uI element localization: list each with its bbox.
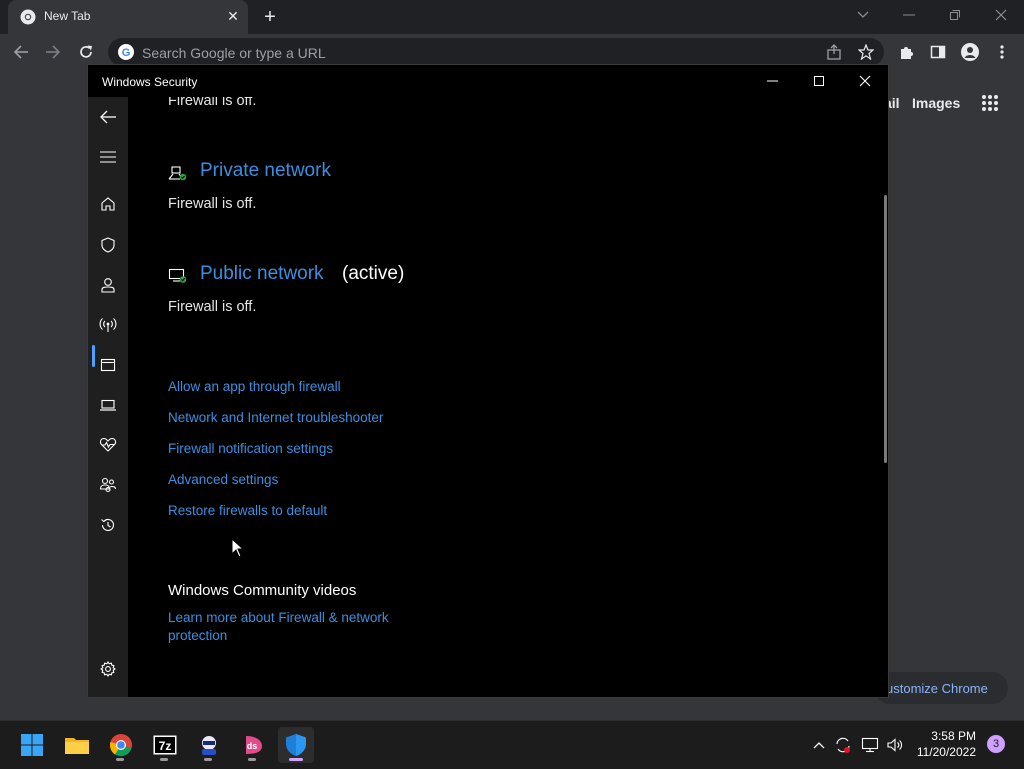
allow-app-link[interactable]: Allow an app through firewall — [168, 379, 341, 394]
browser-tab[interactable]: New Tab ✕ — [8, 0, 248, 34]
browser-close-icon[interactable] — [978, 0, 1024, 30]
sync-icon[interactable] — [834, 736, 852, 754]
share-icon[interactable] — [826, 44, 842, 60]
mouse-cursor-icon — [231, 537, 245, 563]
private-network-status: Firewall is off. — [168, 196, 257, 212]
back-icon[interactable] — [98, 107, 118, 127]
notification-settings-link[interactable]: Firewall notification settings — [168, 441, 333, 456]
active-network-tag: (active) — [342, 263, 405, 284]
firewall-content: Firewall is off. Private network Firewal… — [128, 97, 888, 697]
public-network-link[interactable]: Public network — [200, 263, 324, 285]
new-tab-button[interactable]: + — [260, 7, 280, 27]
7zip-icon[interactable]: 7z — [147, 727, 183, 763]
window-titlebar[interactable]: Windows Security — [88, 65, 888, 97]
tab-close-icon[interactable]: ✕ — [224, 7, 242, 25]
chrome-icon[interactable] — [103, 727, 139, 763]
windows-security-window: Windows Security Firewall is off. Privat… — [88, 65, 888, 697]
active-indicator — [92, 345, 95, 367]
images-link[interactable]: Images — [912, 95, 960, 111]
history-icon[interactable] — [98, 515, 118, 535]
app-browser-icon[interactable] — [98, 355, 118, 375]
more-menu-icon[interactable] — [991, 41, 1013, 63]
browser-minimize-icon[interactable] — [886, 0, 932, 30]
tab-search-icon[interactable] — [840, 0, 886, 30]
app-icon[interactable] — [191, 727, 227, 763]
scrollbar[interactable] — [884, 195, 887, 463]
learn-more-link-cont[interactable]: protection — [168, 628, 227, 643]
learn-more-link[interactable]: Learn more about Firewall & network — [168, 610, 389, 625]
home-icon[interactable] — [98, 194, 118, 214]
restore-defaults-link[interactable]: Restore firewalls to default — [168, 503, 327, 518]
minimize-icon[interactable] — [750, 65, 796, 97]
window-title: Windows Security — [102, 75, 198, 89]
svg-text:ds: ds — [247, 741, 258, 751]
firewall-network-icon[interactable] — [98, 315, 118, 335]
omnibox-placeholder: Search Google or type a URL — [142, 45, 326, 61]
show-hidden-icons-icon[interactable] — [810, 736, 828, 754]
private-network-icon — [168, 164, 188, 182]
device-health-icon[interactable] — [98, 435, 118, 455]
public-network-icon — [168, 267, 188, 285]
browser-restore-icon[interactable] — [932, 0, 978, 30]
settings-icon[interactable] — [98, 659, 118, 679]
omnibox[interactable]: G Search Google or type a URL — [108, 38, 884, 66]
reload-icon[interactable] — [75, 41, 97, 63]
navigation-sidebar — [88, 97, 128, 697]
tab-title: New Tab — [44, 9, 91, 23]
domain-network-status: Firewall is off. — [168, 97, 257, 109]
svg-text:G: G — [122, 47, 131, 59]
menu-icon[interactable] — [98, 147, 118, 167]
notification-badge[interactable]: 3 — [987, 735, 1005, 753]
profile-icon[interactable] — [959, 41, 981, 63]
start-icon[interactable] — [14, 727, 50, 763]
bookmark-star-icon[interactable] — [858, 44, 874, 60]
chrome-icon — [20, 9, 36, 25]
forward-icon[interactable] — [42, 41, 64, 63]
windows-security-icon[interactable] — [278, 727, 314, 763]
community-videos-heading: Windows Community videos — [168, 582, 357, 599]
troubleshooter-link[interactable]: Network and Internet troubleshooter — [168, 410, 383, 425]
device-security-icon[interactable] — [98, 395, 118, 415]
close-icon[interactable] — [842, 65, 888, 97]
advanced-settings-link[interactable]: Advanced settings — [168, 472, 278, 487]
browser-tab-strip: New Tab ✕ + — [0, 0, 1024, 34]
google-icon: G — [118, 44, 134, 60]
customize-chrome-label: ustomize Chrome — [886, 681, 988, 696]
back-icon[interactable] — [10, 41, 32, 63]
network-icon[interactable] — [861, 736, 879, 754]
clock-date[interactable]: 11/20/2022 — [917, 745, 976, 759]
customize-chrome-button[interactable]: ustomize Chrome — [874, 672, 1008, 704]
family-icon[interactable] — [98, 475, 118, 495]
app-icon-2[interactable]: ds — [235, 727, 271, 763]
shield-icon[interactable] — [98, 235, 118, 255]
volume-icon[interactable] — [886, 736, 904, 754]
account-icon[interactable] — [98, 275, 118, 295]
file-explorer-icon[interactable] — [59, 727, 95, 763]
svg-text:7z: 7z — [159, 739, 172, 753]
extensions-icon[interactable] — [895, 41, 917, 63]
private-network-link[interactable]: Private network — [200, 160, 331, 182]
maximize-icon[interactable] — [796, 65, 842, 97]
public-network-status: Firewall is off. — [168, 299, 257, 315]
side-panel-icon[interactable] — [927, 41, 949, 63]
google-apps-icon[interactable] — [981, 94, 999, 112]
clock-time[interactable]: 3:58 PM — [931, 729, 976, 743]
